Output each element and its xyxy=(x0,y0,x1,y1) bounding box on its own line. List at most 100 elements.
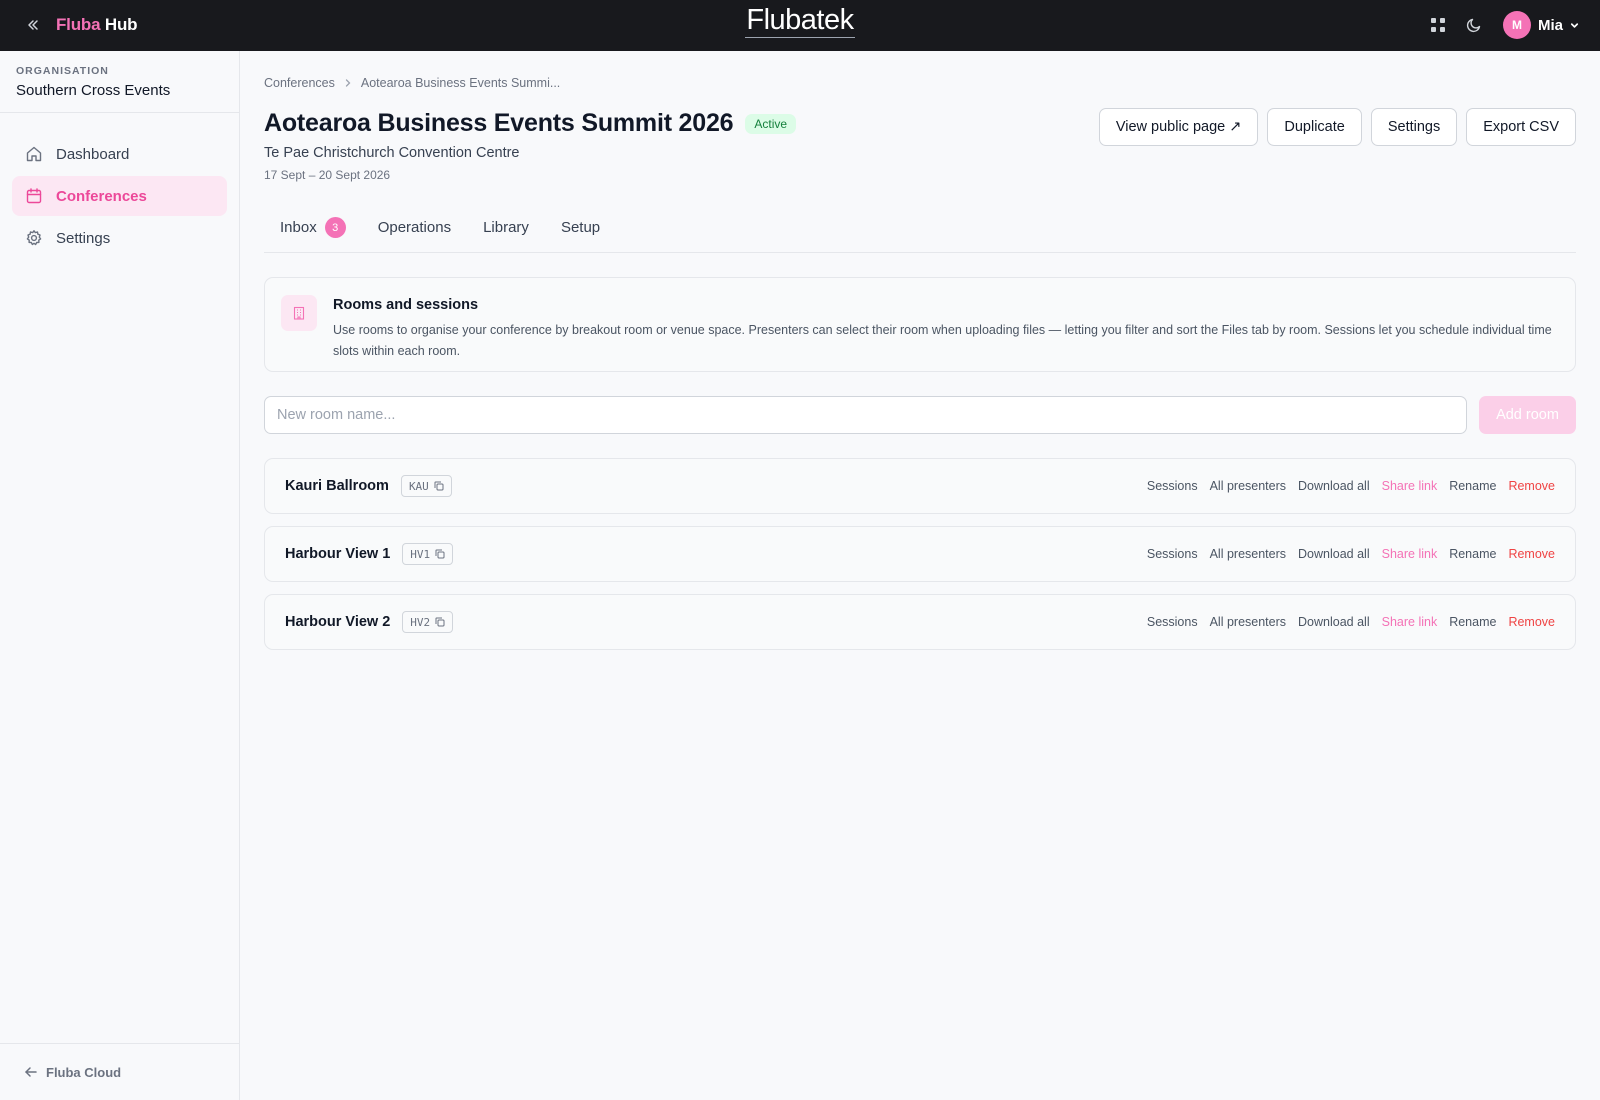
share-link[interactable]: Share link xyxy=(1382,479,1438,493)
app-brand[interactable]: Fluba Hub xyxy=(56,15,138,35)
organisation-section: ORGANISATION Southern Cross Events xyxy=(0,51,239,113)
user-menu[interactable]: M Mia xyxy=(1502,11,1580,39)
room-code-copy[interactable]: HV1 xyxy=(402,543,454,565)
sessions-link[interactable]: Sessions xyxy=(1147,547,1198,561)
room-name: Harbour View 1 xyxy=(285,546,391,562)
organisation-label: ORGANISATION xyxy=(16,65,109,77)
brand-part-2: Hub xyxy=(104,15,138,34)
collapse-sidebar-button[interactable] xyxy=(22,14,44,36)
tab-library[interactable]: Library xyxy=(467,217,545,252)
all-presenters-link[interactable]: All presenters xyxy=(1210,547,1286,561)
breadcrumb-current: Aotearoa Business Events Summi... xyxy=(360,76,561,90)
new-room-name-input[interactable] xyxy=(264,396,1467,434)
user-name: Mia xyxy=(1537,16,1563,34)
info-title: Rooms and sessions xyxy=(333,297,479,313)
share-link[interactable]: Share link xyxy=(1382,547,1438,561)
copy-icon xyxy=(435,549,445,559)
fluba-cloud-label: Fluba Cloud xyxy=(46,1064,122,1080)
top-bar: Fluba Hub Flubatek M Mia xyxy=(0,0,1600,51)
top-right-controls: M Mia xyxy=(1423,10,1580,40)
view-public-page-button[interactable]: View public page ↗ xyxy=(1098,108,1259,146)
room-code: HV1 xyxy=(410,547,431,561)
sidebar-item-label: Conferences xyxy=(56,187,147,205)
copy-icon xyxy=(434,481,444,491)
rename-link[interactable]: Rename xyxy=(1449,615,1496,629)
grid-icon xyxy=(1430,18,1445,32)
home-icon xyxy=(24,144,44,164)
add-room-button[interactable]: Add room xyxy=(1479,396,1576,434)
remove-link[interactable]: Remove xyxy=(1508,615,1555,629)
settings-button[interactable]: Settings xyxy=(1370,108,1458,146)
rename-link[interactable]: Rename xyxy=(1449,479,1496,493)
tab-label: Library xyxy=(483,219,529,236)
room-actions: Sessions All presenters Download all Sha… xyxy=(1135,615,1555,629)
rename-link[interactable]: Rename xyxy=(1449,547,1496,561)
room-code-copy[interactable]: KAU xyxy=(400,475,452,497)
tab-label: Operations xyxy=(377,219,452,236)
room-code: HV2 xyxy=(410,615,431,629)
room-code-copy[interactable]: HV2 xyxy=(402,611,454,633)
room-row: Harbour View 1 HV1 Sessions All presente… xyxy=(264,526,1576,582)
brand-part-1: Fluba xyxy=(56,15,101,34)
avatar: M xyxy=(1502,11,1531,39)
room-code: KAU xyxy=(408,479,429,493)
sidebar: ORGANISATION Southern Cross Events Dashb… xyxy=(0,51,240,1100)
share-link[interactable]: Share link xyxy=(1382,615,1438,629)
chevrons-left-icon xyxy=(28,20,38,30)
rooms-list: Kauri Ballroom KAU Sessions All presente… xyxy=(264,458,1576,662)
room-actions: Sessions All presenters Download all Sha… xyxy=(1135,547,1555,561)
tab-operations[interactable]: Operations xyxy=(362,217,467,252)
remove-link[interactable]: Remove xyxy=(1508,547,1555,561)
calendar-icon xyxy=(24,186,44,206)
header-actions: View public page ↗ Duplicate Settings Ex… xyxy=(1090,108,1576,146)
sidebar-nav: Dashboard Conferences Settings xyxy=(0,113,239,258)
rooms-info-card: Rooms and sessions Use rooms to organise… xyxy=(264,277,1576,372)
info-text: Use rooms to organise your conference by… xyxy=(333,323,1552,358)
room-actions: Sessions All presenters Download all Sha… xyxy=(1135,479,1555,493)
theme-toggle-button[interactable] xyxy=(1459,10,1489,40)
all-presenters-link[interactable]: All presenters xyxy=(1210,615,1286,629)
sessions-link[interactable]: Sessions xyxy=(1147,615,1198,629)
download-all-link[interactable]: Download all xyxy=(1298,615,1370,629)
room-row: Kauri Ballroom KAU Sessions All presente… xyxy=(264,458,1576,514)
building-icon xyxy=(281,295,317,331)
download-all-link[interactable]: Download all xyxy=(1298,479,1370,493)
all-presenters-link[interactable]: All presenters xyxy=(1210,479,1286,493)
title-row: Aotearoa Business Events Summit 2026 Act… xyxy=(264,109,797,138)
tab-label: Setup xyxy=(560,219,601,236)
organisation-name[interactable]: Southern Cross Events xyxy=(16,82,223,99)
duplicate-button[interactable]: Duplicate xyxy=(1267,108,1362,146)
conference-tabs: Inbox 3 Operations Library Setup xyxy=(264,217,1576,253)
tab-label: Inbox xyxy=(280,219,317,236)
sidebar-item-conferences[interactable]: Conferences xyxy=(12,176,227,216)
gear-icon xyxy=(24,228,44,248)
room-row: Harbour View 2 HV2 Sessions All presente… xyxy=(264,594,1576,650)
inbox-count-badge: 3 xyxy=(324,217,346,238)
arrow-left-icon xyxy=(25,1067,37,1077)
conference-dates: 17 Sept – 20 Sept 2026 xyxy=(264,168,391,182)
export-csv-button[interactable]: Export CSV xyxy=(1466,108,1576,146)
company-logo-wrap: Flubatek xyxy=(0,3,1600,38)
remove-link[interactable]: Remove xyxy=(1508,479,1555,493)
sessions-link[interactable]: Sessions xyxy=(1147,479,1198,493)
breadcrumb-conferences[interactable]: Conferences xyxy=(264,76,335,90)
status-badge: Active xyxy=(745,113,797,134)
moon-icon xyxy=(1466,18,1481,33)
tab-inbox[interactable]: Inbox 3 xyxy=(264,217,362,252)
tab-setup[interactable]: Setup xyxy=(545,217,616,252)
copy-icon xyxy=(435,617,445,627)
sidebar-item-label: Dashboard xyxy=(56,145,130,163)
venue-name: Te Pae Christchurch Convention Centre xyxy=(264,145,520,161)
sidebar-item-dashboard[interactable]: Dashboard xyxy=(12,134,227,174)
room-name: Kauri Ballroom xyxy=(285,478,389,494)
download-all-link[interactable]: Download all xyxy=(1298,547,1370,561)
sidebar-item-label: Settings xyxy=(56,229,111,247)
chevron-down-icon xyxy=(1570,22,1579,28)
breadcrumb: Conferences Aotearoa Business Events Sum… xyxy=(264,76,560,90)
page-title: Aotearoa Business Events Summit 2026 xyxy=(264,109,734,137)
room-name: Harbour View 2 xyxy=(285,614,391,630)
sidebar-item-settings[interactable]: Settings xyxy=(12,218,227,258)
fluba-cloud-link[interactable]: Fluba Cloud xyxy=(0,1043,239,1100)
apps-grid-button[interactable] xyxy=(1423,10,1453,40)
chevron-right-icon xyxy=(344,79,352,87)
